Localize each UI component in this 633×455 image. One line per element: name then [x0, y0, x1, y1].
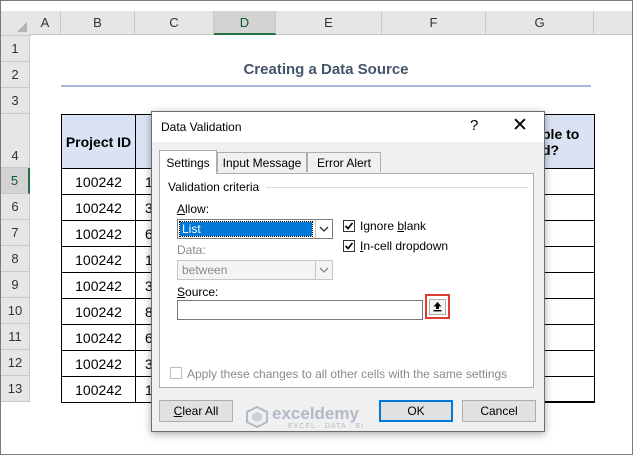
- table-cell-g[interactable]: [539, 246, 595, 273]
- title-underline: [61, 85, 591, 87]
- exceldemy-logo-icon: [246, 406, 268, 428]
- table-cell-project-id[interactable]: 100242: [61, 350, 136, 377]
- ignore-blank-post: lank: [404, 219, 427, 233]
- data-label: Data:: [177, 243, 206, 257]
- row-header-2[interactable]: 2: [1, 62, 30, 88]
- row-header-6[interactable]: 6: [1, 194, 30, 220]
- table-cell-g[interactable]: [539, 168, 595, 195]
- allow-value: List: [179, 221, 313, 237]
- clear-all-button[interactable]: Clear All: [159, 400, 233, 422]
- row-header-12[interactable]: 12: [1, 350, 30, 376]
- row-header-5[interactable]: 5: [1, 168, 30, 194]
- tab-settings[interactable]: Settings: [159, 150, 217, 174]
- data-dropdown[interactable]: between: [177, 260, 333, 280]
- table-cell-project-id[interactable]: 100242: [61, 220, 136, 247]
- allow-label-text: llow:: [185, 202, 210, 216]
- criteria-divider: [266, 187, 528, 188]
- table-cell-g[interactable]: [539, 298, 595, 325]
- excel-window: A B C D E F G 1 2 3 4 5 6 7 8 9 10 11 12…: [0, 0, 633, 455]
- row-header-11[interactable]: 11: [1, 324, 30, 350]
- source-label: Source:: [177, 285, 218, 299]
- row-header-4[interactable]: 4: [1, 114, 30, 168]
- row-header-7[interactable]: 7: [1, 220, 30, 246]
- apply-all-checkbox[interactable]: [170, 367, 182, 379]
- source-label-accel: S: [177, 285, 186, 299]
- column-header-a[interactable]: A: [30, 11, 61, 35]
- table-cell-project-id[interactable]: 100242: [61, 376, 136, 403]
- checkmark-icon: [344, 222, 354, 230]
- chevron-down-icon[interactable]: [315, 220, 332, 238]
- dialog-title: Data Validation: [161, 120, 242, 134]
- column-header-d[interactable]: D: [214, 11, 276, 35]
- collapse-dialog-button[interactable]: [429, 298, 446, 315]
- table-cell-project-id[interactable]: 100242: [61, 324, 136, 351]
- chevron-down-icon[interactable]: [315, 261, 332, 279]
- table-cell-g[interactable]: [539, 350, 595, 377]
- close-icon[interactable]: ✕: [512, 114, 528, 137]
- clear-all-text: lear All: [182, 404, 219, 418]
- table-cell-project-id[interactable]: 100242: [61, 194, 136, 221]
- ignore-blank-pre: Ignore: [360, 219, 398, 233]
- column-header-f[interactable]: F: [382, 11, 486, 35]
- allow-label-accel: A: [177, 202, 186, 216]
- help-icon[interactable]: ?: [470, 117, 478, 134]
- table-cell-project-id[interactable]: 100242: [61, 298, 136, 325]
- active-tab-joiner: [160, 172, 216, 175]
- cancel-button[interactable]: Cancel: [462, 400, 536, 422]
- ignore-blank-label: Ignore blank: [360, 219, 426, 233]
- row-header-9[interactable]: 9: [1, 272, 30, 298]
- table-cell-g[interactable]: [539, 220, 595, 247]
- ok-button[interactable]: OK: [379, 400, 453, 422]
- column-header-e[interactable]: E: [276, 11, 382, 35]
- row-header-13[interactable]: 13: [1, 376, 30, 402]
- table-cell-project-id[interactable]: 100242: [61, 272, 136, 299]
- in-cell-dropdown-label: In-cell dropdown: [360, 239, 448, 253]
- tab-error-alert[interactable]: Error Alert: [307, 152, 381, 172]
- checkmark-icon: [344, 242, 354, 250]
- header-cell-g[interactable]: ble to d?: [539, 114, 595, 169]
- ignore-blank-checkbox[interactable]: [343, 220, 355, 232]
- source-collapse-highlight[interactable]: [425, 294, 450, 319]
- settings-panel: Validation criteria Allow: List Ignore b…: [159, 173, 534, 388]
- header-g-line1: ble to: [542, 125, 580, 142]
- watermark-tagline: EXCEL · DATA · BI: [288, 423, 364, 430]
- table-bottom-edge: [542, 401, 595, 403]
- table-cell-g[interactable]: [539, 376, 595, 403]
- table-cell-g[interactable]: [539, 324, 595, 351]
- watermark-brand: exceldemy: [272, 404, 359, 423]
- column-header-blank: [594, 11, 632, 35]
- row-header-1[interactable]: 1: [1, 36, 30, 62]
- table-cell-project-id[interactable]: 100242: [61, 246, 136, 273]
- in-cell-post: n-cell dropdown: [363, 239, 449, 253]
- data-validation-dialog: Data Validation ? ✕ Settings Input Messa…: [151, 111, 545, 432]
- table-cell-project-id[interactable]: 100242: [61, 168, 136, 195]
- source-label-text: ource:: [185, 285, 219, 299]
- data-value: between: [182, 263, 228, 277]
- header-project-id[interactable]: Project ID: [61, 114, 136, 169]
- upload-arrow-icon: [433, 302, 442, 312]
- sheet-title: Creating a Data Source: [243, 61, 409, 78]
- table-cell-g[interactable]: [539, 272, 595, 299]
- tab-input-message[interactable]: Input Message: [217, 152, 307, 172]
- validation-criteria-label: Validation criteria: [168, 180, 260, 194]
- column-header-c[interactable]: C: [135, 11, 214, 35]
- in-cell-dropdown-checkbox[interactable]: [343, 240, 355, 252]
- select-all-corner[interactable]: [1, 11, 31, 36]
- clear-all-accel: C: [173, 404, 183, 418]
- row-header-8[interactable]: 8: [1, 246, 30, 272]
- allow-label: Allow:: [177, 202, 209, 216]
- table-cell-g[interactable]: [539, 194, 595, 221]
- row-header-3[interactable]: 3: [1, 88, 30, 114]
- row-header-10[interactable]: 10: [1, 298, 30, 324]
- apply-all-label: Apply these changes to all other cells w…: [187, 367, 508, 381]
- source-input[interactable]: [177, 300, 423, 320]
- column-header-g[interactable]: G: [486, 11, 594, 35]
- allow-dropdown[interactable]: List: [177, 219, 333, 239]
- column-header-b[interactable]: B: [61, 11, 135, 35]
- dialog-titlebar[interactable]: Data Validation ? ✕: [152, 112, 544, 142]
